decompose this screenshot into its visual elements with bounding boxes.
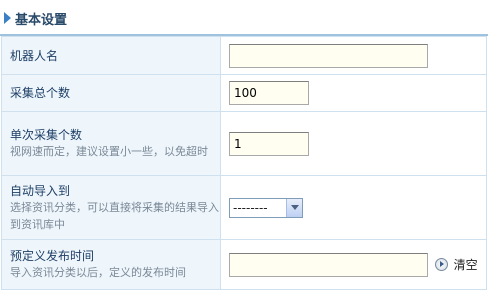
total-count-label: 采集总个数 bbox=[10, 86, 71, 100]
total-count-input[interactable]: 100 bbox=[229, 81, 309, 105]
robot-name-label: 机器人名 bbox=[10, 48, 59, 63]
category-select[interactable]: -------- bbox=[229, 197, 303, 218]
publish-time-description: 导入资讯分类以后，定义的发布时间 bbox=[10, 266, 186, 279]
section-arrow-icon bbox=[4, 12, 11, 24]
batch-count-input[interactable]: 1 bbox=[229, 131, 309, 156]
clear-button[interactable]: 清空 bbox=[434, 256, 478, 273]
section-title: 基本设置 bbox=[15, 13, 68, 28]
section-header: 基本设置 bbox=[0, 0, 488, 36]
form-value-cell: 清空 bbox=[220, 239, 487, 290]
settings-form: 机器人名 采集总个数 100 单次采集个数 视网速而定，建议设置小一些，以免超时… bbox=[1, 36, 487, 290]
form-label-cell: 机器人名 bbox=[1, 36, 221, 75]
form-row-batch-count: 单次采集个数 视网速而定，建议设置小一些，以免超时 1 bbox=[1, 111, 487, 176]
form-label-cell: 采集总个数 bbox=[1, 74, 221, 112]
dropdown-arrow-icon[interactable] bbox=[286, 198, 302, 217]
category-select-value: -------- bbox=[233, 200, 268, 215]
form-row-robot-name: 机器人名 bbox=[1, 36, 487, 75]
form-row-total-count: 采集总个数 100 bbox=[1, 74, 487, 112]
publish-time-label: 预定义发布时间 bbox=[10, 249, 95, 263]
auto-import-label: 自动导入到 bbox=[10, 183, 71, 198]
batch-count-label: 单次采集个数 bbox=[10, 128, 83, 142]
form-value-cell: 100 bbox=[220, 74, 487, 112]
form-row-publish-time: 预定义发布时间 导入资讯分类以后，定义的发布时间 清空 bbox=[1, 239, 487, 290]
form-value-cell: -------- bbox=[220, 175, 487, 240]
form-value-cell bbox=[220, 36, 487, 75]
form-label-cell: 预定义发布时间 导入资讯分类以后，定义的发布时间 bbox=[1, 239, 221, 290]
publish-time-input[interactable] bbox=[229, 252, 428, 277]
clock-icon bbox=[434, 258, 448, 271]
clear-button-label: 清空 bbox=[453, 258, 478, 272]
form-value-cell: 1 bbox=[220, 111, 487, 176]
robot-name-input[interactable] bbox=[229, 43, 428, 68]
form-label-cell: 单次采集个数 视网速而定，建议设置小一些，以免超时 bbox=[1, 111, 221, 176]
batch-count-description: 视网速而定，建议设置小一些，以免超时 bbox=[10, 145, 208, 158]
form-row-auto-import: 自动导入到 选择资讯分类，可以直接将采集的结果导入到资讯库中 -------- bbox=[1, 175, 487, 240]
form-label-cell: 自动导入到 选择资讯分类，可以直接将采集的结果导入到资讯库中 bbox=[1, 175, 221, 240]
auto-import-description: 选择资讯分类，可以直接将采集的结果导入到资讯库中 bbox=[10, 200, 219, 231]
